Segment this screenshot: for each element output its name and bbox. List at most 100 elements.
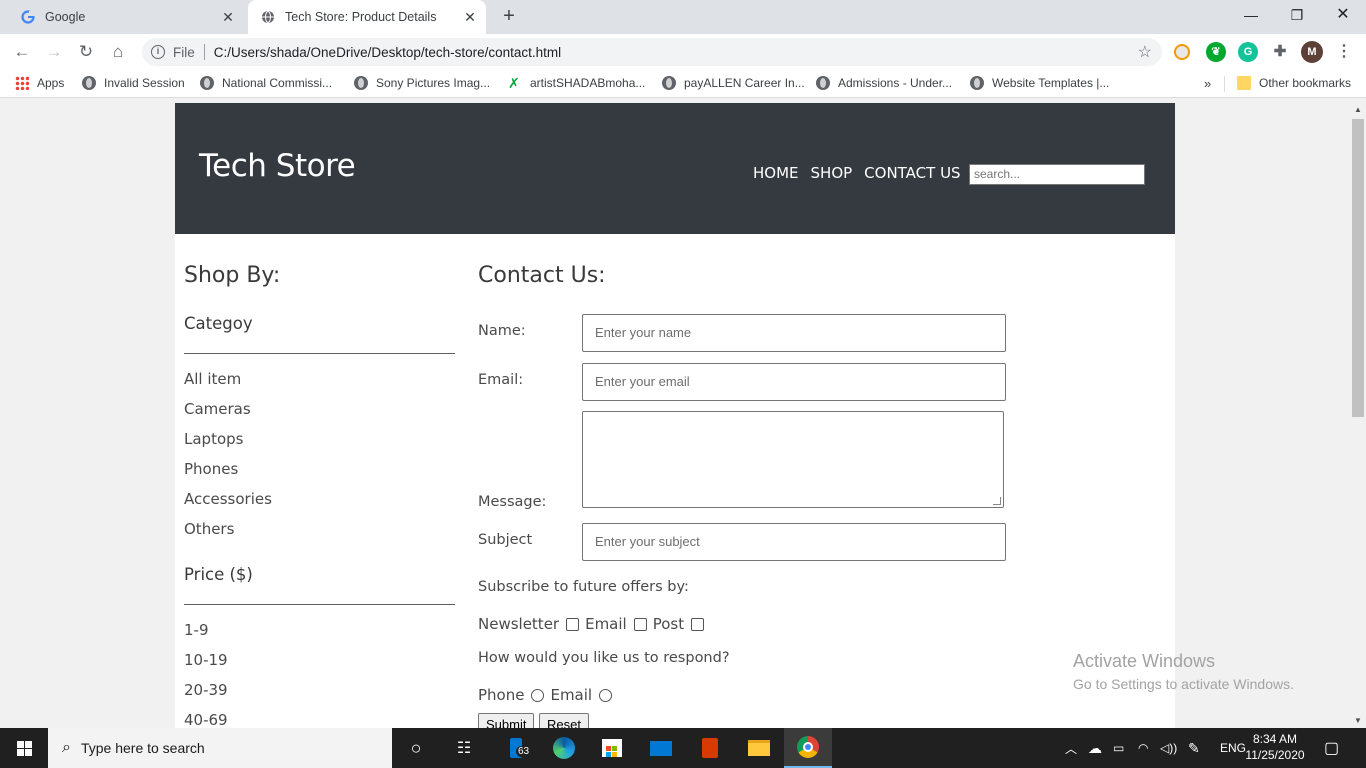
site-logo[interactable]: Tech Store xyxy=(199,148,356,184)
tab-title: Google xyxy=(45,10,86,24)
restore-button[interactable]: ❐ xyxy=(1274,0,1320,30)
subject-input[interactable]: Enter your subject xyxy=(582,523,1006,561)
phone-app-icon[interactable]: 63 xyxy=(492,728,540,768)
bookmarks-overflow-button[interactable]: » xyxy=(1204,76,1211,91)
site-search-input[interactable]: search... xyxy=(969,164,1145,185)
page-scrollbar[interactable]: ▲ ▼ xyxy=(1350,103,1366,728)
post-checkbox[interactable] xyxy=(691,617,705,631)
nav-home[interactable]: HOME xyxy=(753,164,799,182)
email-label: Email: xyxy=(478,372,524,388)
category-divider xyxy=(184,353,455,354)
reset-button[interactable]: Reset xyxy=(539,713,589,728)
bookmark-apps[interactable]: Apps xyxy=(15,76,64,90)
cortana-icon[interactable]: ○ xyxy=(392,728,440,768)
new-tab-button[interactable]: + xyxy=(498,5,520,27)
edge-icon[interactable] xyxy=(540,728,588,768)
home-button[interactable]: ⌂ xyxy=(106,40,130,64)
close-tab-icon[interactable]: ✕ xyxy=(460,9,480,26)
newsletter-label: Newsletter xyxy=(478,615,560,633)
extension-icon[interactable] xyxy=(1174,44,1190,60)
store-glyph xyxy=(602,739,622,757)
start-button[interactable] xyxy=(0,728,48,768)
category-link[interactable]: Laptops xyxy=(184,430,243,448)
price-link[interactable]: 1-9 xyxy=(184,621,209,639)
phone-radio[interactable] xyxy=(531,688,545,702)
contact-title: Contact Us: xyxy=(478,263,606,288)
bookmark-item[interactable]: Invalid Session xyxy=(82,76,185,90)
bookmark-item[interactable]: National Commissi... xyxy=(200,76,332,90)
globe-icon xyxy=(354,76,368,90)
forward-button[interactable]: → xyxy=(42,40,66,64)
close-window-button[interactable]: ✕ xyxy=(1320,0,1366,30)
price-link[interactable]: 20-39 xyxy=(184,681,228,699)
minimize-button[interactable]: — xyxy=(1228,0,1274,30)
show-hidden-icons[interactable]: ︿ xyxy=(1065,728,1077,768)
tab-google[interactable]: Google ✕ xyxy=(8,0,244,34)
file-explorer-icon[interactable] xyxy=(735,728,783,768)
office-icon[interactable] xyxy=(686,728,734,768)
bookmark-label: Invalid Session xyxy=(104,76,185,90)
scrollbar-thumb[interactable] xyxy=(1352,119,1364,417)
address-bar[interactable]: i File C:/Users/shada/OneDrive/Desktop/t… xyxy=(142,38,1162,66)
notification-badge: 63 xyxy=(516,746,532,757)
newsletter-checkbox[interactable] xyxy=(566,617,580,631)
message-textarea[interactable] xyxy=(582,411,1004,508)
bookmarks-divider xyxy=(1224,76,1225,92)
bookmark-item[interactable]: payALLEN Career In... xyxy=(662,76,805,90)
folder-glyph xyxy=(748,740,770,756)
extensions-puzzle-icon[interactable]: ✚ xyxy=(1270,42,1290,62)
email-input[interactable]: Enter your email xyxy=(582,363,1006,401)
notifications-icon[interactable]: ▢ xyxy=(1324,728,1339,768)
pen-icon[interactable]: ✎ xyxy=(1188,728,1200,768)
post-label: Post xyxy=(652,615,685,633)
chrome-taskbar-icon[interactable] xyxy=(784,728,832,768)
submit-button[interactable]: Submit xyxy=(478,713,535,728)
back-button[interactable]: ← xyxy=(10,40,34,64)
clock-date: 11/25/2020 xyxy=(1245,748,1305,762)
category-link[interactable]: Others xyxy=(184,520,234,538)
bookmark-item[interactable]: Website Templates |... xyxy=(970,76,1109,90)
close-tab-icon[interactable]: ✕ xyxy=(218,9,238,26)
bookmark-item[interactable]: Sony Pictures Imag... xyxy=(354,76,490,90)
category-link[interactable]: Phones xyxy=(184,460,238,478)
wifi-icon[interactable]: ◠ xyxy=(1138,728,1148,768)
category-link[interactable]: Accessories xyxy=(184,490,272,508)
price-link[interactable]: 10-19 xyxy=(184,651,228,669)
category-link[interactable]: Cameras xyxy=(184,400,251,418)
info-icon[interactable]: i xyxy=(151,45,165,59)
task-view-icon[interactable]: ☷ xyxy=(440,728,488,768)
reload-button[interactable]: ↻ xyxy=(74,40,98,64)
other-bookmarks[interactable]: Other bookmarks xyxy=(1237,76,1351,90)
store-icon[interactable] xyxy=(588,728,636,768)
onedrive-icon[interactable]: ☁ xyxy=(1088,728,1102,768)
name-input[interactable]: Enter your name xyxy=(582,314,1006,352)
email-checkbox[interactable] xyxy=(633,617,647,631)
category-link[interactable]: All item xyxy=(184,370,241,388)
globe-icon xyxy=(200,76,214,90)
scroll-down-icon[interactable]: ▼ xyxy=(1350,714,1366,728)
evernote-icon[interactable]: ❦ xyxy=(1206,42,1226,62)
bookmark-star-icon[interactable]: ☆ xyxy=(1138,42,1152,62)
grammarly-icon[interactable]: G xyxy=(1238,42,1258,62)
chrome-glyph xyxy=(797,736,819,758)
resize-grip-icon[interactable] xyxy=(993,497,1001,505)
taskbar-clock[interactable]: 8:34 AM 11/25/2020 xyxy=(1244,731,1306,763)
price-link[interactable]: 40-69 xyxy=(184,711,228,728)
battery-icon[interactable]: ▭ xyxy=(1113,728,1124,768)
language-indicator[interactable]: ENG xyxy=(1220,728,1246,768)
clock-time: 8:34 AM xyxy=(1252,732,1298,746)
taskbar-search-placeholder: Type here to search xyxy=(80,740,205,756)
mail-icon[interactable] xyxy=(637,728,685,768)
bookmark-item[interactable]: Admissions - Under... xyxy=(816,76,952,90)
bookmark-label: Website Templates |... xyxy=(992,76,1110,90)
nav-contact-us[interactable]: CONTACT US xyxy=(864,164,960,182)
bookmark-item[interactable]: ✗ artistSHADABmoha... xyxy=(508,76,645,90)
menu-kebab-icon[interactable]: ⋮ xyxy=(1334,42,1354,62)
email-radio[interactable] xyxy=(599,688,613,702)
tab-tech-store[interactable]: Tech Store: Product Details ✕ xyxy=(248,0,486,34)
nav-shop[interactable]: SHOP xyxy=(811,164,853,182)
taskbar-search[interactable]: ⌕ Type here to search xyxy=(48,728,392,768)
scroll-up-icon[interactable]: ▲ xyxy=(1350,103,1366,117)
profile-avatar[interactable]: M xyxy=(1301,41,1323,63)
volume-icon[interactable]: ◁)) xyxy=(1160,728,1177,768)
